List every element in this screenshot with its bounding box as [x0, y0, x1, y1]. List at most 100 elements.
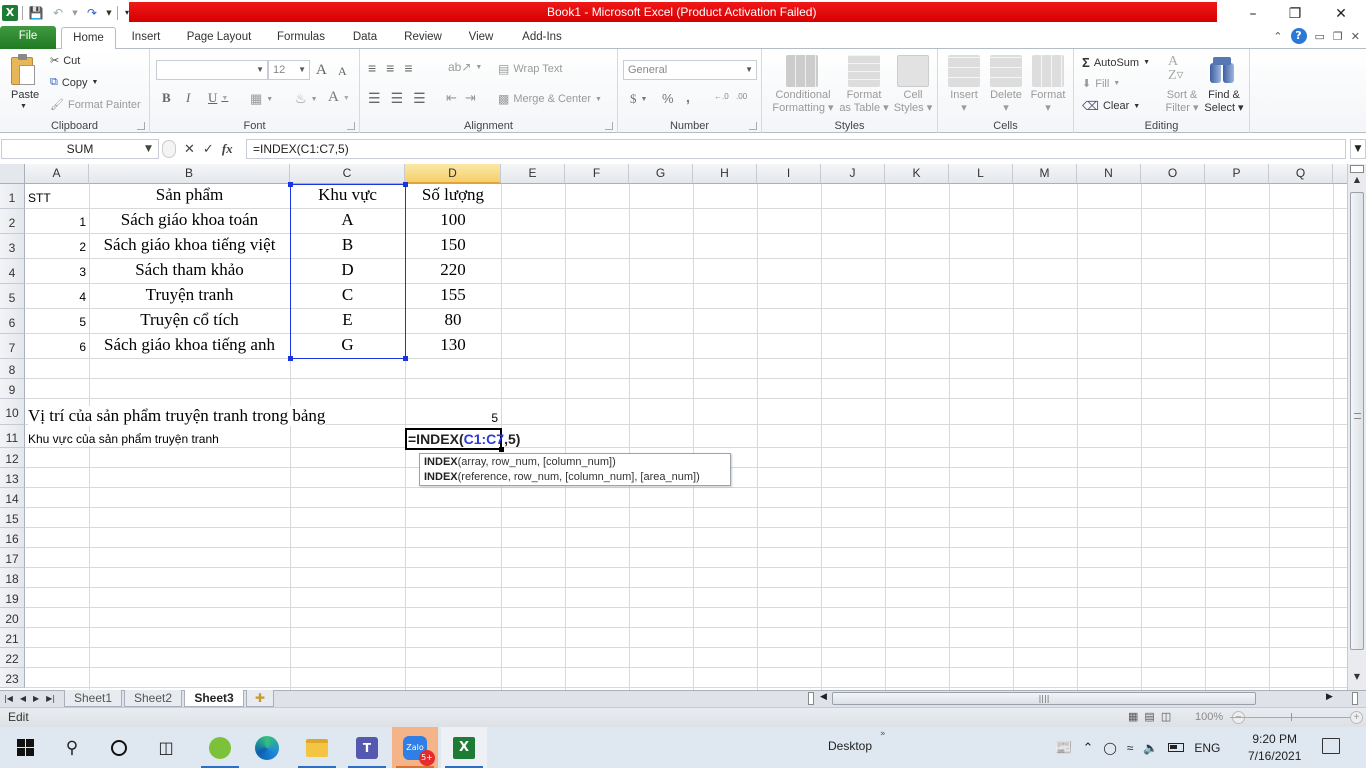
row-header-17[interactable]: 17: [0, 548, 25, 568]
format-cells-button[interactable]: Format ▾: [1026, 89, 1070, 115]
copy-button[interactable]: ⧉ Copy ▼: [50, 76, 98, 89]
undo-icon[interactable]: ↶: [49, 4, 67, 22]
split-box[interactable]: [1350, 165, 1364, 173]
active-cell-d11-editor[interactable]: =INDEX(C1:C7,5): [405, 428, 520, 450]
format-cells-icon[interactable]: [1032, 55, 1064, 87]
column-header-h[interactable]: H: [693, 164, 757, 184]
enter-edit-icon[interactable]: ✓: [203, 142, 214, 157]
paste-dropdown-icon[interactable]: ▼: [20, 103, 27, 110]
row-header-5[interactable]: 5: [0, 284, 25, 309]
expand-formula-bar-icon[interactable]: ▼: [1350, 139, 1366, 159]
taskbar-zalo[interactable]: Zalo 5+: [392, 727, 438, 768]
taskbar-teams[interactable]: T: [344, 727, 390, 768]
tab-add-ins[interactable]: Add-Ins: [512, 27, 572, 49]
font-launcher-icon[interactable]: [347, 122, 355, 130]
scroll-right-icon[interactable]: ▶: [1326, 692, 1333, 702]
row-header-3[interactable]: 3: [0, 234, 25, 259]
insert-function-icon[interactable]: fx: [222, 141, 233, 157]
insert-cells-icon[interactable]: [948, 55, 980, 87]
desktop-toolbar-label[interactable]: Desktop: [828, 739, 872, 753]
news-widget-icon[interactable]: 📰: [1055, 739, 1072, 756]
format-painter-button[interactable]: 🖌 Format Painter: [50, 98, 141, 112]
row-header-12[interactable]: 12: [0, 448, 25, 468]
save-icon[interactable]: 💾: [27, 4, 45, 22]
range-handle[interactable]: [288, 182, 293, 187]
align-center-icon[interactable]: ☰: [391, 90, 404, 107]
row-header-14[interactable]: 14: [0, 488, 25, 508]
last-sheet-icon[interactable]: ▶|: [46, 694, 55, 703]
column-header-b[interactable]: B: [89, 164, 290, 184]
tab-view[interactable]: View: [460, 27, 502, 49]
zoom-slider[interactable]: [1230, 717, 1350, 718]
zoom-level[interactable]: 100%: [1195, 711, 1223, 723]
fill-handle[interactable]: [499, 447, 504, 452]
row-header-10[interactable]: 10: [0, 399, 25, 425]
row-header-18[interactable]: 18: [0, 568, 25, 588]
row-header-2[interactable]: 2: [0, 209, 25, 234]
tooltip-syntax-array[interactable]: INDEX(array, row_num, [column_num]): [424, 455, 726, 470]
cell-a3[interactable]: 2: [25, 240, 89, 254]
cell-a5[interactable]: 4: [25, 290, 89, 304]
normal-view-icon[interactable]: ▦: [1128, 710, 1138, 723]
undo-dropdown-icon[interactable]: ▼: [71, 4, 79, 22]
row-header-23[interactable]: 23: [0, 668, 25, 688]
cell-d4[interactable]: 220: [405, 260, 501, 280]
wifi-icon[interactable]: ≈: [1127, 741, 1134, 755]
increase-indent-icon[interactable]: ⇥: [465, 90, 476, 106]
tab-data[interactable]: Data: [342, 27, 388, 49]
row-header-21[interactable]: 21: [0, 628, 25, 648]
tab-split-handle[interactable]: [808, 692, 814, 705]
tab-page-layout[interactable]: Page Layout: [180, 27, 258, 49]
taskbar-edge[interactable]: [244, 727, 290, 768]
italic-button[interactable]: I: [186, 90, 190, 106]
action-center-icon[interactable]: [1322, 738, 1340, 754]
merge-center-button[interactable]: ▩ Merge & Center ▼: [498, 92, 602, 106]
row-header-9[interactable]: 9: [0, 379, 25, 399]
cell-b5[interactable]: Truyện tranh: [89, 285, 290, 305]
hsplit-handle[interactable]: [1352, 692, 1358, 705]
column-header-n[interactable]: N: [1077, 164, 1141, 184]
cell-d7[interactable]: 130: [405, 335, 501, 355]
align-bottom-icon[interactable]: ≡: [404, 60, 412, 76]
borders-button[interactable]: ▦ ▼: [250, 91, 273, 107]
cell-b7[interactable]: Sách giáo khoa tiếng anh: [89, 335, 290, 355]
taskbar-file-explorer[interactable]: [294, 727, 340, 768]
wrap-text-button[interactable]: ▤ Wrap Text: [498, 62, 562, 76]
sort-filter-button[interactable]: Sort & Filter ▾: [1160, 89, 1204, 115]
search-button[interactable]: ⚲: [49, 727, 95, 768]
font-size-combo[interactable]: 12 ▼: [268, 60, 310, 80]
fill-color-button[interactable]: ♨ ▼: [295, 91, 318, 107]
row-header-22[interactable]: 22: [0, 648, 25, 668]
decrease-decimal-button[interactable]: .00: [736, 92, 747, 101]
decrease-indent-icon[interactable]: ⇤: [446, 90, 457, 106]
sheet-tab-sheet2[interactable]: Sheet2: [124, 690, 182, 707]
cancel-edit-icon[interactable]: ✕: [184, 142, 195, 157]
number-launcher-icon[interactable]: [749, 122, 757, 130]
redo-dropdown-icon[interactable]: ▼: [105, 4, 113, 22]
cortana-button[interactable]: [96, 727, 142, 768]
font-color-button[interactable]: A ▼: [328, 89, 350, 106]
prev-sheet-icon[interactable]: ◀: [20, 694, 26, 703]
column-header-e[interactable]: E: [501, 164, 565, 184]
row-header-11[interactable]: 11: [0, 425, 25, 448]
percent-button[interactable]: %: [662, 91, 674, 106]
column-header-d[interactable]: D: [405, 164, 501, 184]
tab-formulas[interactable]: Formulas: [270, 27, 332, 49]
conditional-formatting-icon[interactable]: [786, 55, 818, 87]
next-sheet-icon[interactable]: ▶: [33, 694, 39, 703]
task-view-button[interactable]: ◫: [143, 727, 189, 768]
cell-a4[interactable]: 3: [25, 265, 89, 279]
toolbar-overflow-icon[interactable]: »: [880, 729, 886, 739]
workbook-minimize-icon[interactable]: ▭: [1315, 30, 1325, 43]
font-name-combo[interactable]: ▼: [156, 60, 268, 80]
row-header-4[interactable]: 4: [0, 259, 25, 284]
currency-button[interactable]: $ ▼: [630, 91, 647, 107]
redo-icon[interactable]: ↷: [83, 4, 101, 22]
format-as-table-button[interactable]: Format as Table ▾: [838, 89, 890, 115]
align-middle-icon[interactable]: ≡: [386, 60, 394, 76]
name-box-dropdown-icon[interactable]: ▼: [145, 139, 152, 159]
workbook-restore-icon[interactable]: ❐: [1333, 30, 1343, 43]
column-header-k[interactable]: K: [885, 164, 949, 184]
autosum-button[interactable]: Σ AutoSum ▼: [1082, 55, 1150, 70]
worksheet-grid[interactable]: A B C D E F G H I J K L M N O P Q 123456…: [0, 164, 1347, 690]
